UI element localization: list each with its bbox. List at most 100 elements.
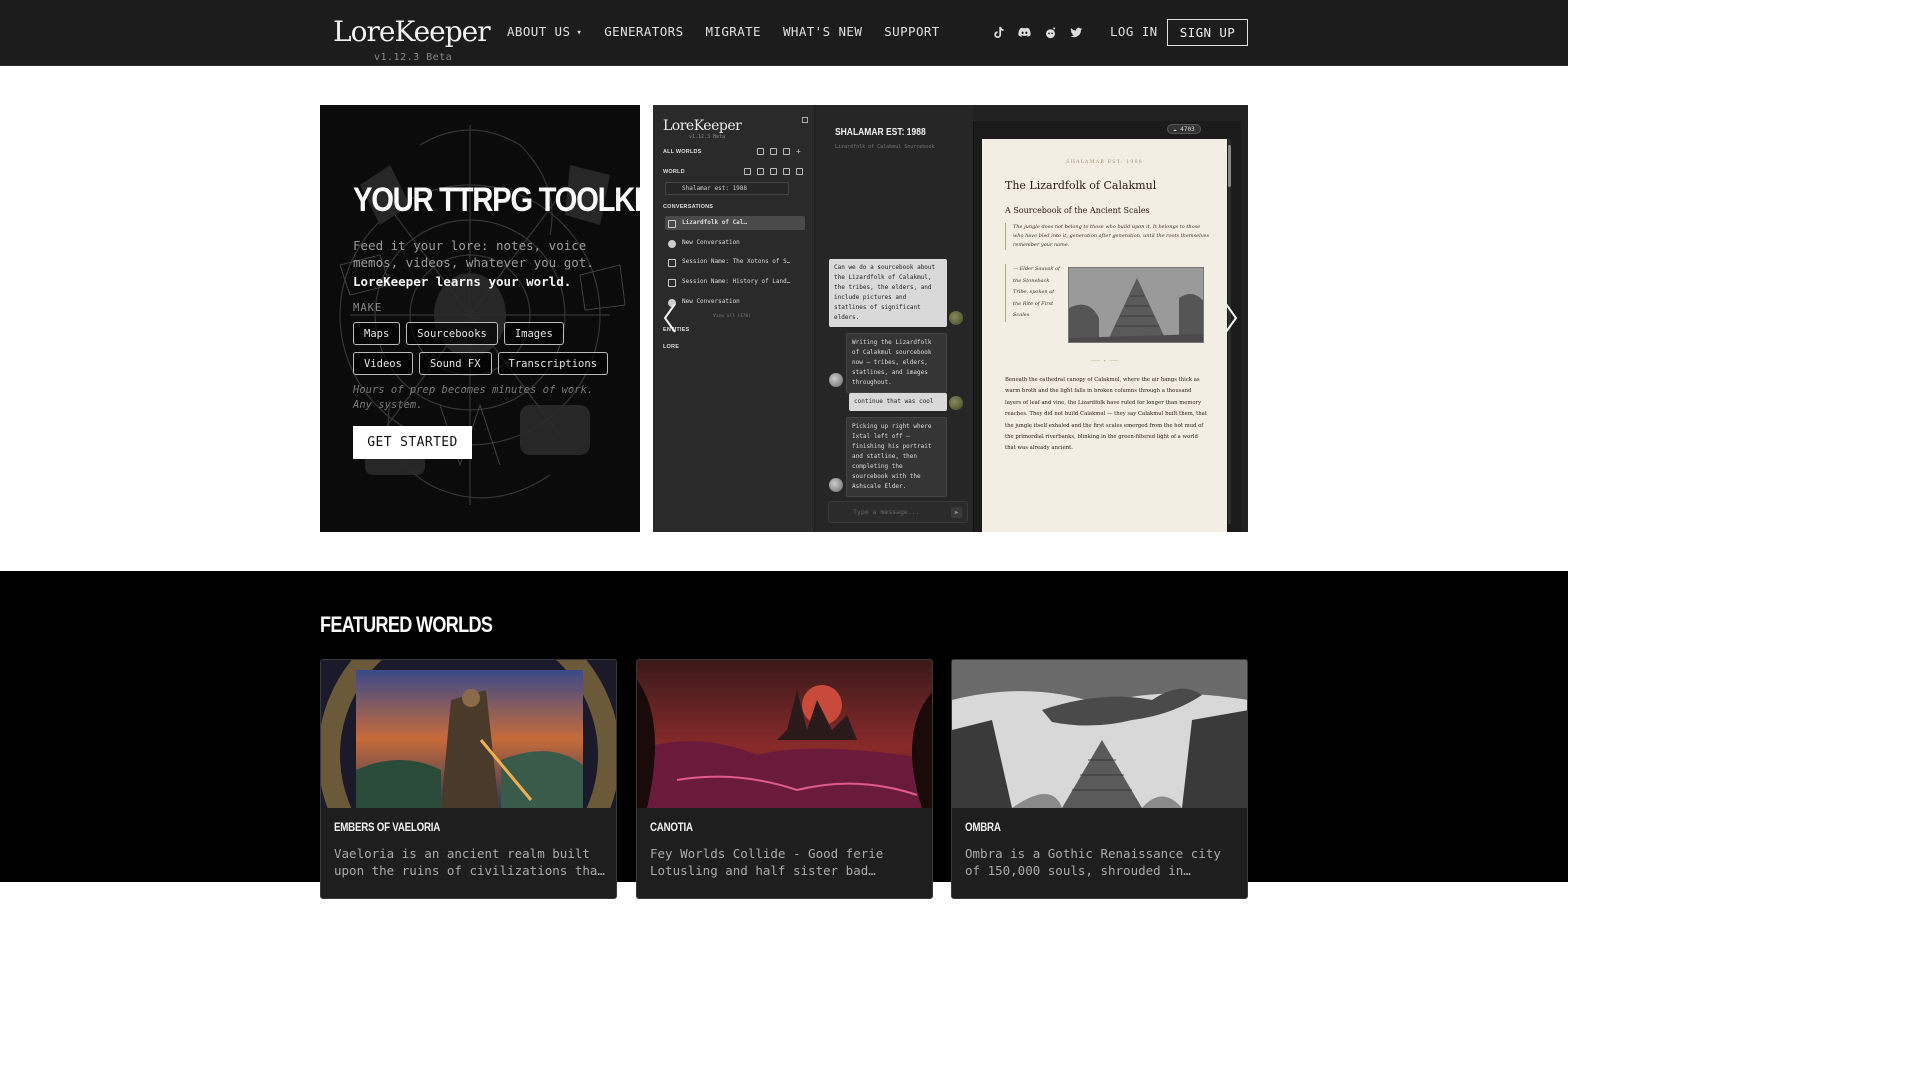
hero-note: Hours of prep becomes minutes of work. A… (353, 384, 594, 411)
tiktok-icon[interactable] (991, 25, 1005, 39)
sourcebook-viewer: ☁ 4703 SHALAMAR EST: 1988 The Lizardfolk… (973, 121, 1241, 532)
ai-avatar (829, 478, 843, 492)
login-link[interactable]: LOG IN (1110, 24, 1158, 39)
ai-avatar (829, 373, 843, 387)
chat-title: SHALAMAR EST: 1988 (835, 127, 926, 138)
preview-version: v1.12.3 Beta (689, 134, 726, 140)
doc-kicker: SHALAMAR EST: 1988 (1066, 159, 1143, 165)
make-chips: Maps Sourcebooks Images Videos Sound FX … (353, 322, 613, 375)
share-icon (796, 168, 803, 175)
carousel-next-button[interactable] (1220, 298, 1242, 338)
lore-label: LORE (663, 344, 680, 350)
image-icon (770, 168, 777, 175)
doc-quote: The jungle does not belong to those who … (1005, 223, 1210, 250)
world-card-image (637, 660, 932, 808)
signup-button[interactable]: SIGN UP (1167, 19, 1248, 46)
world-card-desc: Ombra is a Gothic Renaissance city of 15… (965, 846, 1221, 878)
top-nav: LoreKeeper v1.12.3 Beta ABOUT US ▾ GENERA… (0, 0, 1568, 66)
conversation-item: Session Name: The Xotons of S… (665, 255, 805, 269)
scrollbar-thumb[interactable] (1228, 145, 1231, 187)
hero-lead: Feed it your lore: notes, voice memos, v… (353, 238, 594, 270)
world-card[interactable]: EMBERS OF VAELORIA Vaeloria is an ancien… (320, 659, 617, 899)
doc-caption: — Elder Sauvak of the Stoneback Tribe, s… (1005, 264, 1063, 322)
chat-subtitle: Lizardfolk of Calakmul Sourcebook (835, 144, 935, 150)
world-select: Shalamar est: 1988 (665, 182, 789, 195)
nav-whats-new[interactable]: WHAT'S NEW (783, 24, 862, 39)
get-started-button[interactable]: GET STARTED (353, 426, 472, 459)
hero-title: YOUR TTRPG TOOLKIT (353, 181, 640, 219)
world-actions (744, 168, 803, 175)
chevron-left-icon (663, 303, 676, 333)
chip-maps: Maps (353, 322, 401, 345)
world-card[interactable]: CANOTIA Fey Worlds Collide - Good ferie … (636, 659, 933, 899)
nav-links: ABOUT US ▾ GENERATORS MIGRATE WHAT'S NEW … (507, 24, 940, 39)
chip-sound-fx: Sound FX (418, 352, 492, 375)
view-all-link: View all (170) (713, 314, 751, 319)
world-card-image (952, 660, 1247, 808)
hero-tagline: LoreKeeper learns your world. (353, 274, 572, 289)
app-preview-carousel: LoreKeeper v1.12.3 Beta ALL WORLDS + WOR… (653, 105, 1248, 532)
ai-message: Writing the Lizardfolk of Calakmul sourc… (846, 333, 947, 393)
all-worlds-label: ALL WORLDS (663, 149, 702, 155)
plus-icon: + (796, 147, 801, 156)
user-avatar (949, 396, 963, 410)
hero-background-art (339, 125, 626, 505)
world-card-name: EMBERS OF VAELORIA (334, 822, 441, 834)
collapse-icon (802, 117, 808, 123)
conversation-item: Session Name: History of Land… (665, 275, 805, 289)
version-label: v1.12.3 Beta (374, 52, 453, 63)
nav-about-us[interactable]: ABOUT US ▾ (507, 24, 582, 39)
carousel-prev-button[interactable] (659, 298, 681, 338)
conversation-item: New Conversation (665, 295, 805, 309)
twitter-icon[interactable] (1069, 25, 1083, 39)
nav-generators[interactable]: GENERATORS (604, 24, 683, 39)
world-card-image (321, 660, 616, 808)
book-icon (757, 168, 764, 175)
user-message: Can we do a sourcebook about the Lizardf… (829, 259, 947, 327)
world-label: WORLD (663, 169, 685, 175)
chip-videos: Videos (353, 352, 413, 375)
user-message: continue that was cool (849, 393, 947, 411)
preview-chat: SHALAMAR EST: 1988 Lizardfolk of Calakmu… (815, 105, 973, 532)
token-count: 4703 (1180, 126, 1195, 133)
reddit-icon[interactable] (1043, 25, 1057, 39)
conversations-label: CONVERSATIONS (663, 204, 714, 210)
nav-about-us-label: ABOUT US (507, 24, 571, 39)
chip-sourcebooks: Sourcebooks (406, 322, 498, 345)
nav-support[interactable]: SUPPORT (884, 24, 939, 39)
ai-message: Picking up right where Ixtal left off — … (846, 417, 947, 497)
all-worlds-actions: + (757, 147, 803, 156)
social-links (991, 25, 1083, 39)
chip-transcriptions: Transcriptions (497, 352, 609, 375)
world-card-name: OMBRA (965, 822, 1001, 834)
home-icon (757, 148, 764, 155)
discord-icon[interactable] (1017, 25, 1031, 39)
doc-subtitle: A Sourcebook of the Ancient Scales (1005, 206, 1150, 215)
world-card[interactable]: OMBRA Ombra is a Gothic Renaissance city… (951, 659, 1248, 899)
message-placeholder: Type a message... (853, 508, 920, 516)
nav-migrate[interactable]: MIGRATE (706, 24, 761, 39)
user-avatar (949, 311, 963, 325)
logo[interactable]: LoreKeeper (333, 14, 491, 50)
conversation-item: Lizardfolk of Cal… (665, 216, 805, 230)
chevron-down-icon: ▾ (576, 28, 583, 38)
doc-divider: ——— ✦ ——— (1090, 358, 1119, 364)
doc-body: Beneath the cathedral canopy of Calakmul… (1005, 377, 1207, 452)
doc-title: The Lizardfolk of Calakmul (1005, 179, 1157, 192)
world-card-desc: Vaeloria is an ancient realm built upon … (334, 846, 605, 878)
library-icon (770, 148, 777, 155)
tools-icon (783, 168, 790, 175)
hero-panel: YOUR TTRPG TOOLKIT Feed it your lore: no… (320, 105, 640, 532)
chip-images: Images (503, 322, 564, 345)
chat-icon (744, 168, 751, 175)
message-input: Type a message... ▶ (828, 501, 968, 523)
world-card-desc: Fey Worlds Collide - Good ferie Lotuslin… (650, 846, 884, 878)
preview-logo: LoreKeeper (663, 118, 742, 134)
temple-illustration (1068, 267, 1204, 343)
list-icon (783, 148, 790, 155)
chevron-right-icon (1225, 303, 1238, 333)
featured-title: FEATURED WORLDS (320, 612, 493, 637)
token-badge: ☁ 4703 (1167, 124, 1201, 134)
conversation-item: New Conversation (665, 236, 805, 250)
send-icon: ▶ (951, 507, 962, 518)
